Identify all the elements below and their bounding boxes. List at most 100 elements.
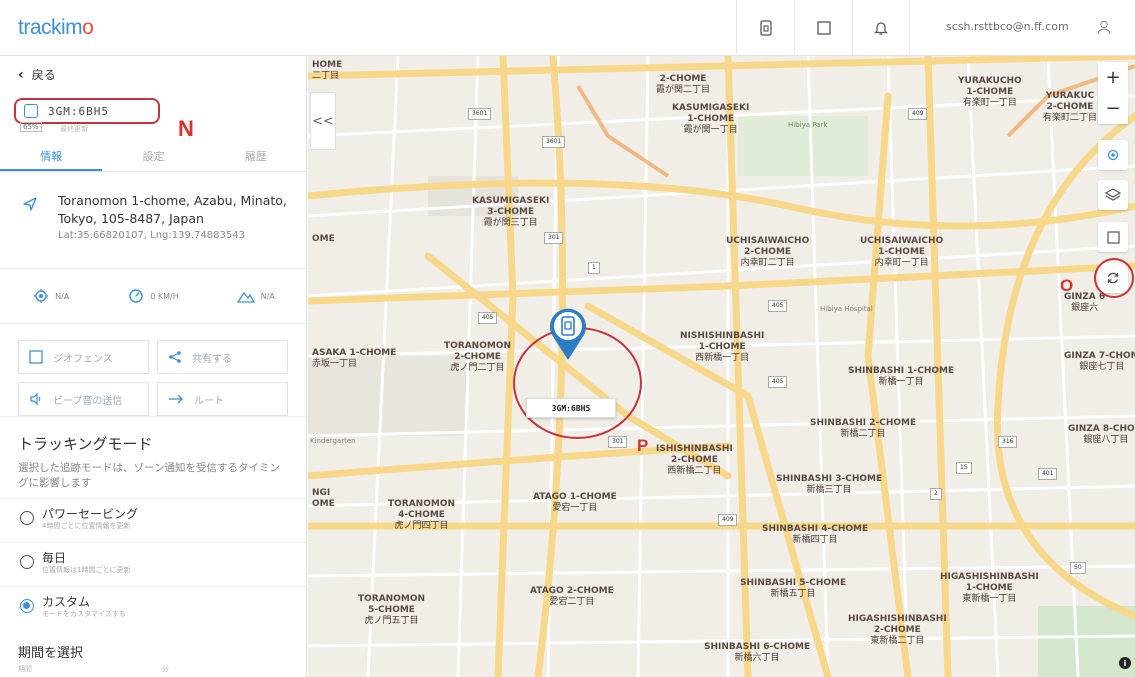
geofence-map-button[interactable] — [1098, 222, 1128, 252]
map-label-district: HOME 二丁目 — [312, 60, 343, 81]
zoom-out-button[interactable]: − — [1098, 93, 1128, 124]
layers-button[interactable] — [1098, 180, 1128, 210]
tab-history[interactable]: 履歴 — [205, 142, 306, 171]
route-shield: 405 — [478, 312, 498, 324]
period-field-label: 期間 — [18, 665, 32, 673]
map-label-district: ATAGO 1-CHOME 愛宕一丁目 — [533, 492, 617, 513]
map-label-district: ISHISHINBASHI 2-CHOME 西新橋二丁目 — [656, 444, 733, 476]
map-label-district: TORANOMON 2-CHOME 虎ノ門二丁目 — [444, 341, 512, 373]
locate-button[interactable] — [1098, 140, 1128, 170]
geofence-icon — [29, 350, 43, 364]
user-icon[interactable] — [1096, 19, 1112, 35]
poi-kindergarten[interactable]: Kindergarten — [310, 436, 356, 447]
tab-info[interactable]: 情報 — [0, 142, 103, 171]
bell-icon — [874, 22, 888, 35]
panel-tabs: 情報 設定 履歴 — [0, 142, 306, 172]
device-view-button[interactable] — [736, 0, 794, 56]
notifications-button[interactable] — [852, 0, 910, 56]
mountain-icon — [236, 291, 255, 303]
mode-power-saving[interactable]: パワーセービング 4時間ごとに位置情報を更新 — [0, 498, 306, 542]
square-view-button[interactable] — [794, 0, 852, 56]
map-label-district: SHINBASHI 1-CHOME 新橋一丁目 — [848, 366, 955, 387]
layers-icon — [1105, 188, 1121, 201]
route-button[interactable]: ルート — [157, 382, 288, 416]
collapse-panel-button[interactable]: << — [310, 92, 336, 150]
stat-accuracy: N/A — [0, 288, 102, 304]
map-label-district: YURAKUCHO 1-CHOME 有楽町一丁目 — [958, 76, 1022, 108]
tracking-mode-title: トラッキングモード — [18, 435, 153, 453]
route-shield: 301 — [608, 436, 628, 448]
trackimo-logo[interactable]: trackimo — [18, 16, 94, 40]
route-shield: 1 — [588, 262, 600, 274]
device-name-highlight[interactable]: 3GM:6BH5 — [14, 98, 160, 124]
locate-icon — [1107, 149, 1119, 161]
map-label-district: SHINBASHI 5-CHOME 新橋五丁目 — [740, 578, 847, 599]
device-subtitle: 最終更新 — [60, 125, 88, 133]
route-shield: 409 — [908, 108, 928, 120]
route-shield: 2 — [930, 488, 942, 500]
route-shield: 3601 — [542, 136, 566, 148]
map-label-district: OME — [312, 234, 335, 244]
zoom-controls: + − — [1098, 62, 1128, 124]
map-label-district: SHINBASHI 2-CHOME 新橋二丁目 — [810, 418, 917, 439]
route-shield: 316 — [998, 436, 1018, 448]
top-icon-group — [736, 0, 910, 56]
map-view[interactable]: 2-CHOME 霞が関二丁目 HOME 二丁目 YURAKUCHO 1-CHOME 有… — [308, 56, 1135, 677]
period-title: 期間を選択 — [18, 646, 84, 661]
action-grid: ジオフェンス 共有する ビープ音の送信 ルート — [18, 340, 288, 416]
tracker-icon — [24, 104, 38, 118]
share-button[interactable]: 共有する — [157, 340, 288, 374]
map-label-district: ATAGO 2-CHOME 愛宕二丁目 — [530, 586, 614, 607]
device-panel: ‹ 戻る 3GM:6BH5 65% 最終更新 N 情報 設定 履歴 Toranom… — [0, 56, 307, 677]
device-map-label[interactable]: 3GM:6BH5 — [526, 398, 616, 418]
zoom-in-button[interactable]: + — [1098, 62, 1128, 93]
user-email[interactable]: scsh.rsttbco@n.ff.com — [946, 20, 1069, 33]
top-bar: trackimo scsh.rsttbco@n.ff.com — [0, 0, 1135, 56]
tracking-mode-section: トラッキングモード 選択した追跡モードは、ゾーン通知を受信するタイミングに影響し… — [0, 416, 306, 489]
poi-hibiya-hospital[interactable]: Hibiya Hospital — [820, 304, 873, 315]
device-icon — [759, 20, 772, 36]
info-icon[interactable]: i — [1119, 657, 1131, 669]
map-label-district: NISHISHINBASHI 1-CHOME 西新橋一丁目 — [680, 331, 765, 363]
map-label-district: UCHISAIWAICHO 1-CHOME 内幸町一丁目 — [860, 236, 944, 268]
address-line-1: Toranomon 1-chome, Azabu, Minato, — [58, 193, 287, 208]
route-shield: 405 — [768, 300, 788, 312]
route-shield: 409 — [718, 514, 738, 526]
navigation-arrow-icon — [23, 197, 37, 211]
device-location-pin-icon[interactable] — [548, 306, 588, 362]
chevron-left-icon: ‹ — [18, 66, 24, 83]
map-label-district: YURAKUC 2-CHOME 有楽町二丁目 — [1043, 91, 1098, 123]
address-line-2: Tokyo, 105-8487, Japan — [58, 211, 204, 226]
back-button[interactable]: ‹ 戻る — [18, 66, 56, 83]
map-label-district: SHINBASHI 3-CHOME 新橋三丁目 — [776, 474, 883, 495]
tracking-mode-description: 選択した追跡モードは、ゾーン通知を受信するタイミングに影響します — [18, 462, 280, 489]
refresh-highlight-circle — [1094, 258, 1134, 298]
radio-custom[interactable] — [20, 599, 34, 613]
poi-hibiya-park[interactable]: Hibiya Park — [788, 120, 827, 131]
address-block: Toranomon 1-chome, Azabu, Minato, Tokyo,… — [22, 192, 302, 241]
geofence-button[interactable]: ジオフェンス — [18, 340, 149, 374]
map-label-district: GINZA 8-CHOM銀座八丁目 — [1068, 424, 1135, 445]
period-unit-label: 分 — [162, 665, 169, 673]
stat-speed: 0 KM/H — [102, 288, 204, 304]
speaker-icon — [30, 392, 41, 406]
map-label-district: GINZA 7-CHOM 銀座七丁目 — [1064, 351, 1135, 372]
beep-button[interactable]: ビープ音の送信 — [18, 382, 149, 416]
radio-power-saving[interactable] — [20, 511, 34, 525]
square-icon — [1106, 230, 1120, 244]
map-label-district: 2-CHOME 霞が関二丁目 — [656, 74, 711, 95]
annotation-n: N — [178, 116, 194, 141]
square-icon — [816, 21, 831, 35]
map-label-district: TORANOMON 4-CHOME 虎ノ門四丁目 — [388, 499, 456, 531]
map-label-district: HIGASHISHINBASHI 2-CHOME 東新橋二丁目 — [848, 614, 947, 646]
route-shield: 401 — [1038, 468, 1058, 480]
tab-settings[interactable]: 設定 — [102, 142, 204, 171]
route-shield: 301 — [544, 232, 564, 244]
stats-row: N/A 0 KM/H N/A — [0, 268, 306, 324]
target-icon — [34, 289, 49, 303]
mode-custom[interactable]: カスタム モードをカスタマイズする — [0, 586, 306, 630]
arrow-right-icon — [169, 394, 183, 404]
mode-daily[interactable]: 毎日 位置情報は1時間ごとに更新 — [0, 542, 306, 586]
radio-daily[interactable] — [20, 555, 34, 569]
share-icon — [169, 351, 181, 363]
